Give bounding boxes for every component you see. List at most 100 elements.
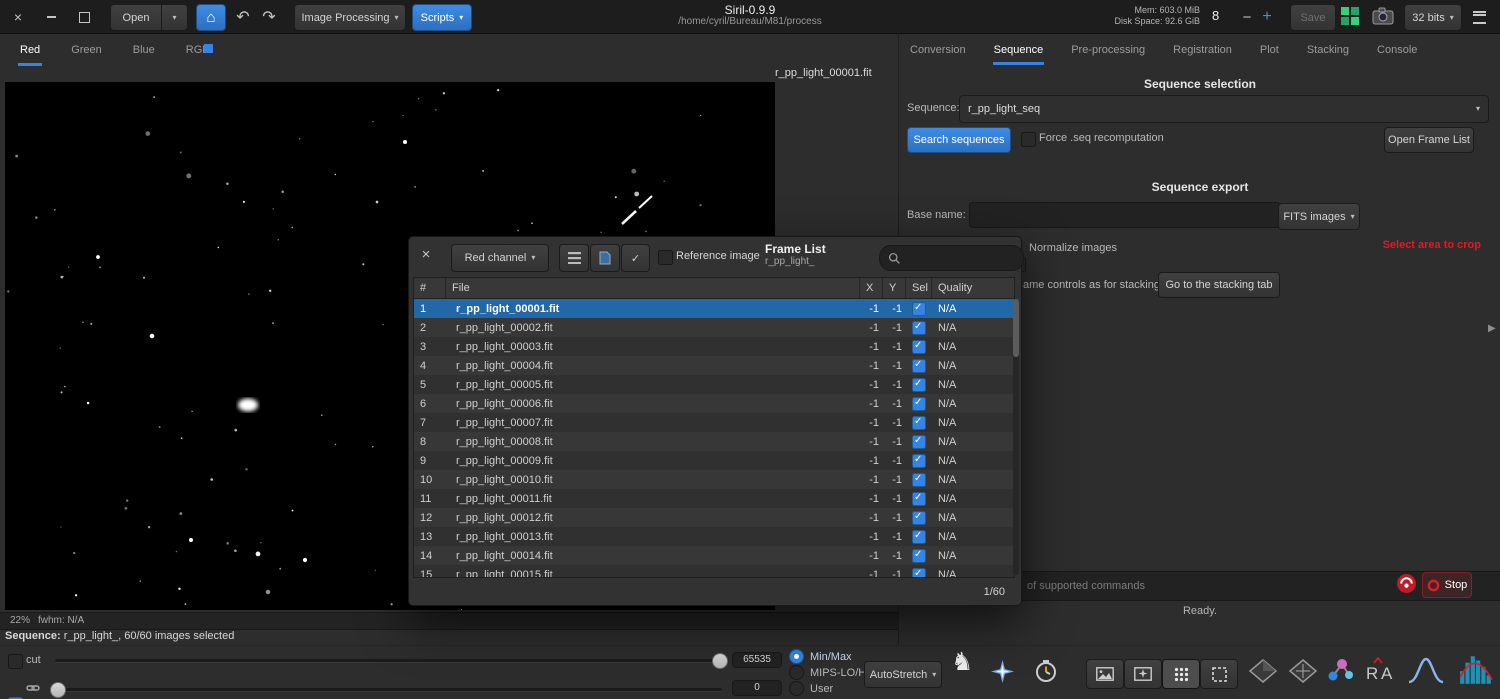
frame-row[interactable]: 2 r_pp_light_00002.fit -1 -1 N/A: [414, 318, 1014, 337]
zoom-one-to-one-button[interactable]: [1086, 659, 1124, 689]
high-cut-value[interactable]: 65535: [732, 652, 782, 668]
cut-checkbox[interactable]: [8, 654, 23, 669]
low-cut-value[interactable]: 0: [732, 680, 782, 696]
window-maximize-icon[interactable]: [75, 8, 93, 26]
force-seq-recompute-checkbox[interactable]: [1021, 132, 1036, 147]
frame-selected-checkbox[interactable]: [912, 416, 926, 430]
frame-row[interactable]: 1 r_pp_light_00001.fit -1 -1 N/A: [414, 299, 1014, 318]
frame-selected-checkbox[interactable]: [912, 359, 926, 373]
col-header-x[interactable]: X: [860, 278, 883, 298]
dialog-export-list-button[interactable]: [590, 244, 620, 272]
abort-icon[interactable]: [1396, 573, 1417, 597]
search-sequences-button[interactable]: Search sequences: [907, 127, 1011, 153]
home-button[interactable]: ⌂: [196, 4, 226, 31]
frame-row[interactable]: 9 r_pp_light_00009.fit -1 -1 N/A: [414, 451, 1014, 470]
stop-button[interactable]: Stop: [1422, 572, 1472, 598]
frame-row[interactable]: 12 r_pp_light_00012.fit -1 -1 N/A: [414, 508, 1014, 527]
frame-selected-checkbox[interactable]: [912, 530, 926, 544]
col-header-file[interactable]: File: [446, 278, 860, 298]
col-header-num[interactable]: #: [414, 278, 446, 298]
dialog-channel-selector[interactable]: Red channel▾: [451, 244, 549, 272]
tab-red-channel[interactable]: Red: [18, 38, 42, 66]
snapshot-icon[interactable]: [1372, 7, 1394, 28]
frame-selected-checkbox[interactable]: [912, 492, 926, 506]
tab-blue-channel[interactable]: Blue: [131, 38, 157, 66]
radio-minmax[interactable]: [789, 649, 804, 664]
frame-selected-checkbox[interactable]: [912, 568, 926, 578]
timer-icon[interactable]: [1034, 659, 1058, 686]
high-cut-slider[interactable]: [55, 659, 722, 663]
image-processing-menu-button[interactable]: Image Processing▾: [294, 4, 406, 31]
radio-mips[interactable]: [789, 665, 804, 680]
psf-knight-icon[interactable]: ♞: [951, 650, 973, 675]
hamburger-menu-icon[interactable]: [1470, 8, 1488, 26]
col-header-sel[interactable]: Sel: [906, 278, 932, 298]
zoom-out-icon[interactable]: −: [1238, 8, 1256, 26]
frame-row[interactable]: 11 r_pp_light_00011.fit -1 -1 N/A: [414, 489, 1014, 508]
frame-row[interactable]: 7 r_pp_light_00007.fit -1 -1 N/A: [414, 413, 1014, 432]
tab-stacking[interactable]: Stacking: [1306, 39, 1350, 65]
tool-histogram-icon[interactable]: [1458, 651, 1494, 690]
frame-selected-checkbox[interactable]: [912, 511, 926, 525]
demosaicing-icon[interactable]: [1340, 6, 1360, 29]
open-button[interactable]: Open: [110, 4, 162, 31]
frame-row[interactable]: 3 r_pp_light_00003.fit -1 -1 N/A: [414, 337, 1014, 356]
window-close-icon[interactable]: ×: [9, 8, 27, 26]
tool-diamond-icon-1[interactable]: [1248, 658, 1278, 687]
grid-view-button[interactable]: [1162, 659, 1200, 689]
frame-row[interactable]: 4 r_pp_light_00004.fit -1 -1 N/A: [414, 356, 1014, 375]
radio-user[interactable]: [789, 681, 804, 696]
export-format-selector[interactable]: FITS images▾: [1278, 203, 1360, 230]
tool-ra-dec-icon[interactable]: RA: [1364, 656, 1396, 687]
frame-selected-checkbox[interactable]: [912, 473, 926, 487]
high-cut-slider-knob[interactable]: [712, 653, 728, 669]
frame-selected-checkbox[interactable]: [912, 435, 926, 449]
tab-preprocessing[interactable]: Pre-processing: [1070, 39, 1146, 65]
tab-sequence[interactable]: Sequence: [993, 39, 1045, 65]
panel-expander-icon[interactable]: ▶: [1488, 323, 1496, 334]
tool-psf-curve-icon[interactable]: [1407, 655, 1445, 688]
tab-green-channel[interactable]: Green: [69, 38, 104, 66]
star-detection-icon[interactable]: [990, 659, 1015, 687]
frame-selected-checkbox[interactable]: [912, 378, 926, 392]
frame-selected-checkbox[interactable]: [912, 454, 926, 468]
frame-selected-checkbox[interactable]: [912, 549, 926, 563]
tab-registration[interactable]: Registration: [1172, 39, 1233, 65]
low-cut-slider[interactable]: [55, 688, 722, 692]
scrollbar-thumb[interactable]: [1013, 299, 1019, 357]
reference-image-checkbox[interactable]: [658, 250, 673, 265]
sequence-combobox[interactable]: r_pp_light_seq ▾: [959, 95, 1489, 123]
open-recent-menu-button[interactable]: ▾: [161, 4, 188, 31]
redo-icon[interactable]: ↷: [260, 8, 278, 26]
frame-search-box[interactable]: [879, 245, 1024, 271]
frame-list-scrollbar[interactable]: [1013, 299, 1019, 575]
tab-plot[interactable]: Plot: [1259, 39, 1280, 65]
save-button[interactable]: Save: [1290, 4, 1336, 31]
chain-link-icon[interactable]: [26, 681, 40, 698]
selection-frame-button[interactable]: [1200, 659, 1238, 689]
dialog-close-icon[interactable]: ×: [417, 245, 435, 263]
col-header-y[interactable]: Y: [883, 278, 906, 298]
frame-selected-checkbox[interactable]: [912, 302, 926, 316]
low-cut-slider-knob[interactable]: [50, 682, 66, 698]
frame-selected-checkbox[interactable]: [912, 321, 926, 335]
tab-conversion[interactable]: Conversion: [909, 39, 967, 65]
base-name-input[interactable]: [969, 202, 1281, 228]
frame-selected-checkbox[interactable]: [912, 397, 926, 411]
frame-row[interactable]: 15 r_pp_light_00015.fit -1 -1 N/A: [414, 565, 1014, 577]
scripts-menu-button[interactable]: Scripts▾: [412, 4, 472, 31]
bit-depth-selector[interactable]: 32 bits▾: [1404, 4, 1462, 31]
frame-row[interactable]: 14 r_pp_light_00014.fit -1 -1 N/A: [414, 546, 1014, 565]
stretch-mode-selector[interactable]: AutoStretch▾: [864, 661, 942, 688]
undo-icon[interactable]: ↶: [234, 8, 252, 26]
zoom-in-icon[interactable]: +: [1258, 8, 1276, 26]
frame-row[interactable]: 13 r_pp_light_00013.fit -1 -1 N/A: [414, 527, 1014, 546]
frame-row[interactable]: 10 r_pp_light_00010.fit -1 -1 N/A: [414, 470, 1014, 489]
open-frame-list-button[interactable]: Open Frame List: [1384, 127, 1474, 153]
frame-row[interactable]: 5 r_pp_light_00005.fit -1 -1 N/A: [414, 375, 1014, 394]
frame-row[interactable]: 6 r_pp_light_00006.fit -1 -1 N/A: [414, 394, 1014, 413]
dialog-list-view-button[interactable]: [559, 244, 589, 272]
frame-selected-checkbox[interactable]: [912, 340, 926, 354]
window-minimize-icon[interactable]: [42, 8, 60, 26]
frame-row[interactable]: 8 r_pp_light_00008.fit -1 -1 N/A: [414, 432, 1014, 451]
